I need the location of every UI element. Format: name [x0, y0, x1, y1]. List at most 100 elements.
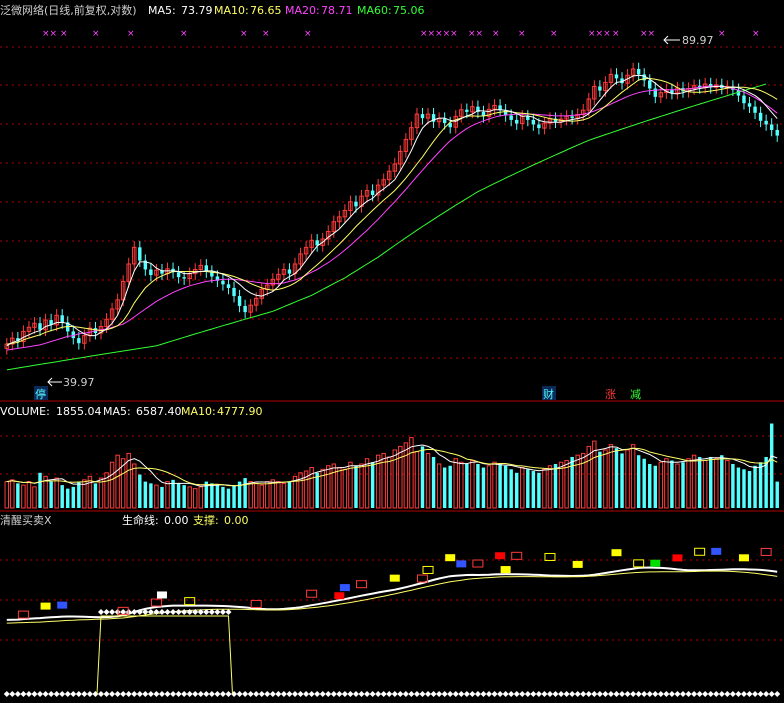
- candle-body-down: [354, 201, 358, 207]
- volume-bar-down: [232, 485, 236, 508]
- candle-body-down: [442, 118, 447, 124]
- volume-bar-down: [736, 467, 741, 508]
- candle-body-down: [636, 68, 641, 75]
- volume-bar-down: [66, 488, 70, 508]
- candle-body-down: [764, 120, 768, 125]
- signal-block: [611, 549, 622, 557]
- volume-bar-down: [648, 464, 652, 508]
- volume-bar-down: [38, 472, 42, 508]
- volume-bar-down: [160, 486, 164, 508]
- signal-mark: ×: [240, 29, 248, 39]
- signal-block: [40, 602, 51, 610]
- volume-bar-down: [171, 479, 175, 508]
- candle-body-down: [758, 112, 763, 121]
- high-price-label: 89.97: [682, 34, 714, 47]
- signal-block: [456, 560, 467, 568]
- volume-bar-down: [210, 483, 214, 508]
- volume-bar-down: [742, 469, 746, 508]
- volume-bar-down: [553, 464, 558, 508]
- volume-bar-down: [476, 464, 480, 508]
- volume-bar-down: [149, 483, 153, 508]
- volume-bar-down: [49, 481, 53, 508]
- volume-bar-down: [71, 486, 76, 508]
- volume-bar-down: [315, 472, 319, 508]
- volume-ma10-value: 4777.90: [217, 405, 263, 418]
- volume-bar-down: [465, 464, 469, 508]
- volume-bar-down: [481, 467, 486, 508]
- volume-bar-down: [176, 483, 181, 508]
- volume-bar-down: [747, 471, 752, 508]
- candle-body-down: [38, 323, 42, 330]
- volume-bar-down: [287, 481, 292, 508]
- volume-bar-down: [636, 455, 641, 508]
- ma10-value: 76.65: [250, 4, 282, 17]
- volume-bar-down: [570, 456, 574, 508]
- signal-mark: ×: [262, 29, 270, 39]
- candle-body-down: [243, 305, 247, 313]
- candle-body-down: [509, 115, 513, 120]
- volume-ma5-value: 6587.40: [136, 405, 182, 418]
- indicator-name: 清醒买卖X: [0, 514, 52, 527]
- volume-bar-down: [670, 460, 674, 508]
- candle-body-down: [420, 114, 425, 119]
- candle-body-down: [614, 74, 619, 79]
- candle-body-down: [232, 287, 236, 297]
- volume-bar-down: [77, 481, 81, 508]
- volume-bar-down: [370, 462, 375, 508]
- event-tag-suspend[interactable]: 停: [35, 387, 46, 401]
- stock-chart: 泛微网络(日线,前复权,对数) MA5: 73.79 MA10: 76.65 M…: [0, 0, 784, 703]
- candle-body-down: [570, 116, 574, 119]
- candle-body-down: [226, 284, 231, 288]
- signal-block: [650, 559, 661, 567]
- signal-mark: ×: [718, 29, 726, 39]
- volume-bar-down: [243, 478, 247, 508]
- candle-body-down: [138, 247, 142, 261]
- event-tag-reduce[interactable]: 减: [630, 388, 641, 401]
- signal-mark: ×: [304, 29, 312, 39]
- lifeline-label: 生命线:: [122, 513, 159, 527]
- support-label: 支撑:: [193, 513, 219, 527]
- candle-body-down: [769, 124, 774, 130]
- volume-label: VOLUME:: [0, 405, 50, 418]
- volume-bar-down: [431, 456, 436, 508]
- indicator-panel-header: 清醒买卖X 生命线: 0.00 支撑: 0.00: [0, 513, 249, 527]
- signal-mark: ×: [612, 29, 620, 39]
- candle-body-down: [747, 103, 752, 107]
- ma60-value: 75.06: [393, 4, 425, 17]
- support-value: 0.00: [224, 514, 249, 527]
- signal-mark: ×: [492, 29, 500, 39]
- volume-bar-down: [731, 464, 735, 508]
- volume-bar-down: [531, 471, 536, 508]
- volume-bar-down: [681, 462, 685, 508]
- signal-mark: ××: [42, 29, 57, 39]
- signal-mark: ×××: [588, 29, 611, 39]
- signal-block: [672, 554, 683, 562]
- event-tag-rise[interactable]: 涨: [605, 388, 616, 401]
- ma5-label: MA5:: [148, 4, 176, 17]
- ma20-label: MA20:: [285, 4, 320, 17]
- signal-block: [389, 574, 400, 582]
- candle-body-down: [598, 86, 602, 91]
- volume-ma5-label: MA5:: [103, 405, 131, 418]
- volume-bar-down: [448, 465, 452, 508]
- volume-bar-down: [514, 472, 519, 508]
- signal-mark: ×: [550, 29, 558, 39]
- event-tag-finance[interactable]: 财: [543, 387, 554, 401]
- ma10-label: MA10:: [214, 4, 249, 17]
- low-price-label: 39.97: [63, 376, 95, 389]
- volume-bar-down: [697, 456, 702, 508]
- volume-bar-down: [537, 472, 541, 508]
- volume-bar-down: [753, 465, 757, 508]
- price-panel-header: 泛微网络(日线,前复权,对数) MA5: 73.79 MA10: 76.65 M…: [0, 3, 425, 17]
- volume-bar-down: [775, 481, 779, 508]
- volume-bar-down: [215, 485, 220, 508]
- signal-block: [711, 547, 722, 555]
- volume-bar-down: [93, 483, 98, 508]
- lifeline-value: 0.00: [164, 514, 189, 527]
- volume-bar-down: [503, 465, 508, 508]
- volume-ma10-label: MA10:: [181, 405, 216, 418]
- signal-block: [339, 584, 350, 592]
- signal-block: [495, 552, 506, 560]
- signal-mark: ××: [640, 29, 655, 39]
- volume-bar-down: [720, 455, 724, 508]
